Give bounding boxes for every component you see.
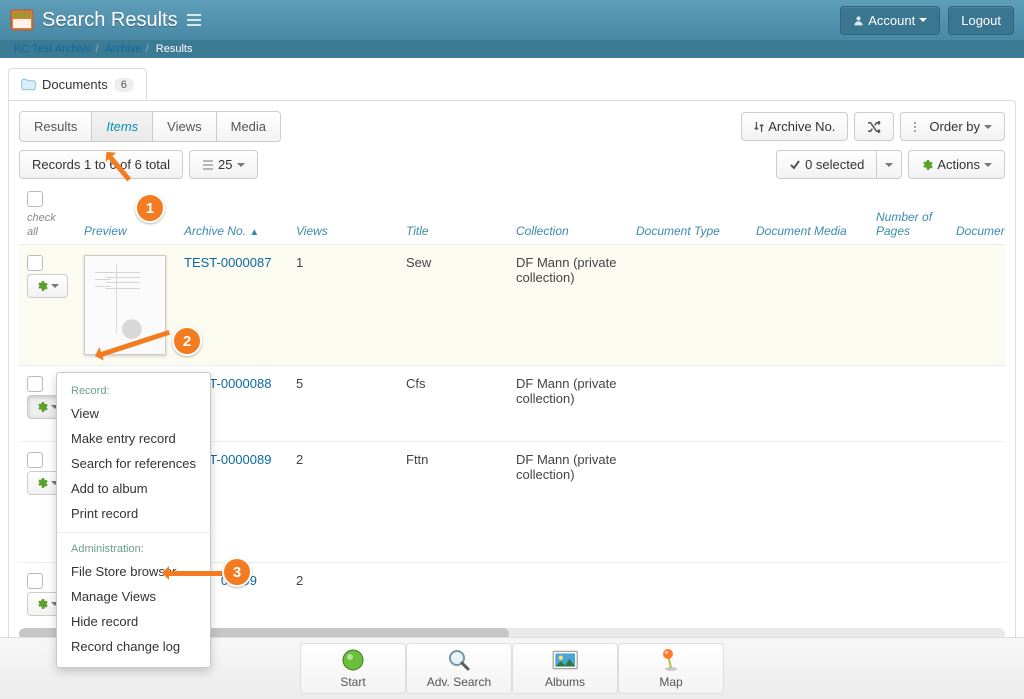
row-checkbox[interactable] (27, 376, 43, 392)
tab-documents[interactable]: Documents 6 (8, 68, 147, 100)
menu-search-refs[interactable]: Search for references (57, 451, 210, 476)
actions-label: Actions (937, 157, 980, 172)
start-icon (341, 648, 365, 672)
tab-items[interactable]: Items (92, 112, 153, 141)
archive-no-link[interactable]: TEST-0000087 (184, 255, 271, 270)
gear-icon (921, 159, 933, 171)
shuffle-button[interactable] (854, 112, 894, 141)
col-dimen[interactable]: Document Dimen (948, 185, 1005, 245)
sort-field-label: Archive No. (768, 119, 835, 134)
breadcrumb-root[interactable]: KC Test Archive (14, 43, 91, 55)
cell-collection: DF Mann (private collection) (508, 366, 628, 442)
tab-results[interactable]: Results (20, 112, 92, 141)
cell-collection: DF Mann (private collection) (508, 245, 628, 366)
breadcrumb-current: Results (156, 43, 193, 55)
menu-change-log[interactable]: Record change log (57, 634, 210, 659)
menu-add-album[interactable]: Add to album (57, 476, 210, 501)
actions-button[interactable]: Actions (908, 150, 1005, 179)
hamburger-icon[interactable] (186, 13, 202, 27)
sort-icon (754, 121, 764, 133)
order-by-button[interactable]: Order by (900, 112, 1005, 141)
callout-3: 3 (222, 557, 252, 587)
col-views[interactable]: Views (288, 185, 398, 245)
user-icon (853, 15, 864, 26)
logout-button[interactable]: Logout (948, 6, 1014, 35)
gear-icon (36, 401, 48, 413)
footer-adv-search[interactable]: Adv. Search (406, 643, 512, 694)
check-all-label: check all (27, 212, 56, 238)
tab-documents-label: Documents (42, 77, 108, 92)
list-icon (202, 160, 214, 170)
cell-views: 2 (288, 563, 398, 627)
navbar: Search Results Account Logout (0, 0, 1024, 40)
row-checkbox[interactable] (27, 452, 43, 468)
caret-down-icon (237, 163, 245, 167)
selected-button[interactable]: 0 selected (776, 150, 877, 179)
breadcrumb-archive[interactable]: Archive (105, 43, 142, 55)
row-actions-button[interactable] (27, 274, 68, 298)
row-actions-menu: Record: View Make entry record Search fo… (56, 372, 211, 668)
order-by-label: Order by (929, 119, 980, 134)
gear-icon (36, 280, 48, 292)
caret-down-icon (885, 163, 893, 167)
albums-icon (551, 648, 579, 672)
search-icon (447, 648, 471, 672)
caret-down-icon (919, 18, 927, 22)
menu-manage-views[interactable]: Manage Views (57, 584, 210, 609)
selected-dropdown[interactable] (877, 150, 902, 179)
selected-label: 0 selected (805, 157, 864, 172)
caret-down-icon (984, 125, 992, 129)
cell-title: Sew (398, 245, 508, 366)
caret-down-icon (51, 284, 59, 288)
footer-map[interactable]: Map (618, 643, 724, 694)
pagesize-value: 25 (218, 157, 232, 172)
cell-title: Fttn (398, 442, 508, 563)
menu-hide-record[interactable]: Hide record (57, 609, 210, 634)
row-checkbox[interactable] (27, 255, 43, 271)
gear-icon (36, 477, 48, 489)
shuffle-icon (867, 121, 881, 133)
menu-header-record: Record: (57, 381, 210, 401)
cell-views: 2 (288, 442, 398, 563)
menu-view[interactable]: View (57, 401, 210, 426)
cell-collection: DF Mann (private collection) (508, 442, 628, 563)
app-logo-icon (10, 9, 34, 31)
footer-albums[interactable]: Albums (512, 643, 618, 694)
documents-icon (21, 78, 36, 91)
check-all-box[interactable] (27, 191, 43, 207)
view-tabs: Results Items Views Media (19, 111, 281, 142)
caret-down-icon (984, 163, 992, 167)
tab-views[interactable]: Views (153, 112, 216, 141)
gear-icon (36, 598, 48, 610)
cell-views: 1 (288, 245, 398, 366)
cell-title: Cfs (398, 366, 508, 442)
menu-make-entry[interactable]: Make entry record (57, 426, 210, 451)
page-title: Search Results (42, 9, 178, 32)
callout-1: 1 (135, 193, 165, 223)
col-pages[interactable]: Number of Pages (868, 185, 948, 245)
account-button[interactable]: Account (840, 6, 940, 35)
menu-header-admin: Administration: (57, 539, 210, 559)
col-archive-no[interactable]: Archive No. ▲ (176, 185, 288, 245)
callout-2: 2 (172, 326, 202, 356)
menu-print[interactable]: Print record (57, 501, 210, 526)
arrow-3 (165, 571, 223, 576)
breadcrumb: KC Test Archive/ Archive/ Results (0, 40, 1024, 58)
tab-media[interactable]: Media (217, 112, 280, 141)
footer-start[interactable]: Start (300, 643, 406, 694)
col-doc-media[interactable]: Document Media (748, 185, 868, 245)
row-checkbox[interactable] (27, 573, 43, 589)
documents-count: 6 (114, 78, 134, 92)
col-title[interactable]: Title (398, 185, 508, 245)
list-icon (913, 121, 925, 133)
account-label: Account (868, 13, 915, 28)
check-icon (789, 159, 801, 171)
map-pin-icon (659, 648, 683, 672)
table-row: TEST-0000087 1 Sew DF Mann (private coll… (19, 245, 1005, 366)
cell-views: 5 (288, 366, 398, 442)
col-doc-type[interactable]: Document Type (628, 185, 748, 245)
sort-field-button[interactable]: Archive No. (741, 112, 848, 141)
col-collection[interactable]: Collection (508, 185, 628, 245)
pagesize-button[interactable]: 25 (189, 150, 257, 179)
